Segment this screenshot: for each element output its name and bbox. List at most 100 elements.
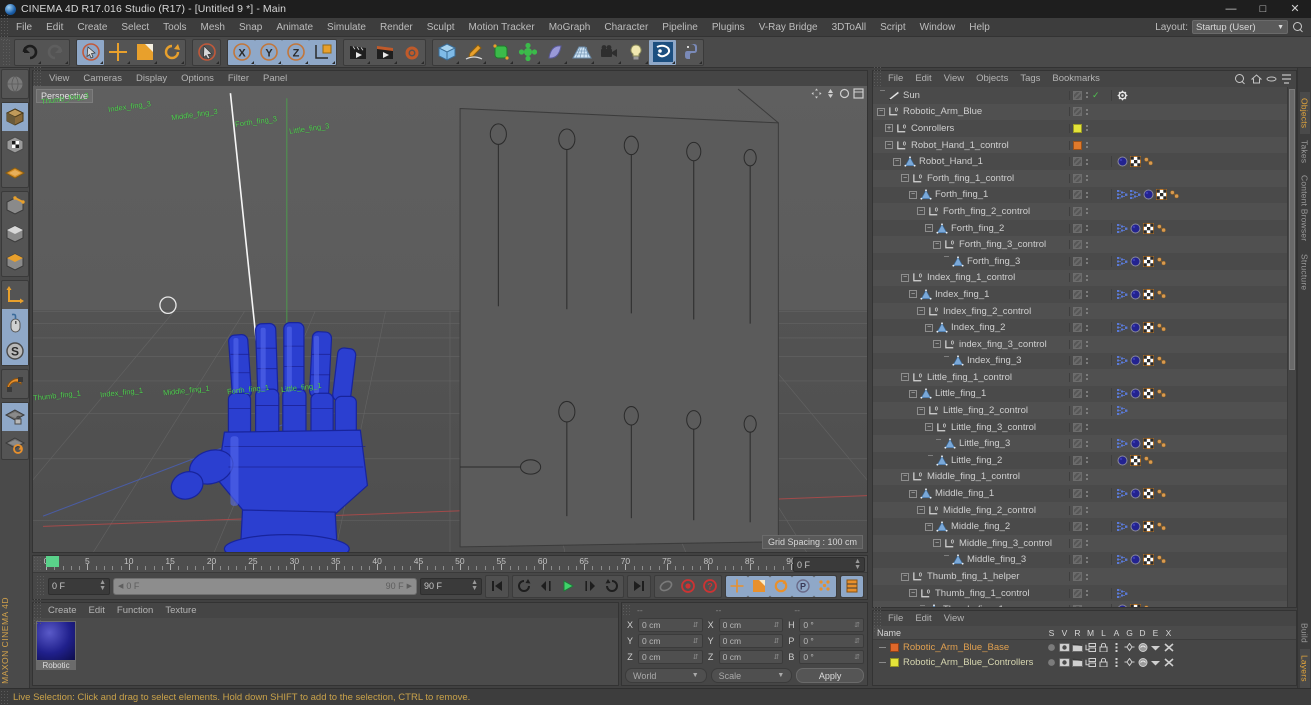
object-row-tags-cell[interactable] [1111,521,1287,533]
texture-tag-icon[interactable] [1143,554,1154,566]
model-mode-button[interactable] [1,103,28,131]
object-row-name-cell[interactable]: − 0 Thumb_fing_1_helper [873,571,1069,582]
visibility-dots-icon[interactable] [1086,424,1088,431]
loop-icon[interactable] [516,578,532,594]
layer-color-swatch[interactable] [1073,472,1082,482]
object-row-visibility-cell[interactable] [1069,356,1111,366]
python-icon[interactable] [680,42,700,62]
visibility-dots-icon[interactable] [1086,291,1088,298]
gear-tag-icon[interactable] [1117,90,1128,101]
object-row[interactable]: − Robot_Hand_1 [873,153,1287,170]
visibility-dots-icon[interactable] [1086,523,1088,530]
visibility-dots-icon[interactable] [1086,457,1088,464]
stepper-icon[interactable]: ▲ ▼ [854,558,861,571]
magnet-icon[interactable] [4,373,26,395]
xpresso-tag[interactable] [1117,521,1128,532]
object-row-visibility-cell[interactable] [1069,605,1111,607]
frame-range-slider[interactable]: ◀ 0 F 90 F ▶ [113,577,417,595]
texture-cube-icon[interactable] [4,134,26,156]
layout-select[interactable]: Startup (User) ▼ [1192,20,1288,34]
object-row-tags-cell[interactable] [1111,288,1287,300]
selection-tool-button[interactable] [193,40,220,65]
xpresso-tag-icon[interactable] [1117,256,1128,267]
visibility-dots-icon[interactable] [1086,241,1088,248]
collapse-expander-icon[interactable]: − [877,107,885,116]
object-row[interactable]: Forth_fing_3 [873,252,1287,270]
menu-select[interactable]: Select [114,18,156,37]
object-row-visibility-cell[interactable] [1069,107,1111,117]
cursor-select-icon[interactable] [81,42,101,62]
object-row-tags-cell[interactable] [1111,405,1287,417]
scale-key-icon[interactable] [751,578,767,594]
object-row-name-cell[interactable]: − 0 Forth_fing_2_control [873,206,1069,217]
object-row-name-cell[interactable]: − 0 index_fing_3_control [873,339,1069,350]
panel-tab-content-browser[interactable]: Content Browser [1300,169,1310,247]
key-rotation-button[interactable] [770,575,792,597]
object-row-tags-cell[interactable] [1111,89,1287,101]
stepper-icon[interactable]: ⇵ [693,637,699,645]
visibility-dots-icon[interactable] [1086,473,1088,480]
undo-view-button[interactable] [2,70,28,98]
gear-tag[interactable] [1117,90,1128,101]
object-row[interactable]: − Little_fing_1 [873,385,1287,403]
dropdown-corner-icon[interactable] [421,60,424,64]
dropdown-corner-icon[interactable] [483,60,486,64]
object-row[interactable]: − Forth_fing_2 [873,219,1287,237]
expression-icon[interactable] [1150,658,1161,667]
collapse-expander-icon[interactable]: − [925,323,933,332]
collapse-expander-icon[interactable]: − [933,340,941,349]
point-cube-icon[interactable] [4,251,26,273]
size-z-field[interactable]: 0 cm ⇵ [718,650,784,664]
dropdown-corner-icon[interactable] [38,60,41,64]
constraint-tag[interactable] [1156,355,1167,366]
workplane-lock-icon[interactable] [4,406,26,428]
object-menu-edit[interactable]: Edit [909,71,937,87]
constraint-tag-icon[interactable] [1143,455,1154,466]
texture-tag-icon[interactable] [1143,222,1154,234]
constraint-tag[interactable] [1156,521,1167,532]
texture-tag[interactable] [1143,222,1154,234]
object-row-name-cell[interactable]: Little_fing_3 [873,438,1069,449]
globe-tool-icon[interactable] [4,73,26,95]
object-row-name-cell[interactable]: − 0 Forth_fing_1_control [873,173,1069,184]
play-reverse-button[interactable] [601,576,623,597]
add-spline-button[interactable] [460,40,487,65]
object-row-visibility-cell[interactable] [1069,555,1111,565]
stepper-icon[interactable]: ⇵ [693,621,699,629]
object-row-tags-cell[interactable] [1111,156,1287,168]
menu-simulate[interactable]: Simulate [320,18,373,37]
xref-icon[interactable] [1163,658,1174,667]
menu-mograph[interactable]: MoGraph [542,18,598,37]
layer-menu-file[interactable]: File [882,611,909,626]
floor-environment-button[interactable] [568,40,595,65]
home-icon[interactable] [1251,74,1262,84]
collapse-expander-icon[interactable]: − [901,273,909,282]
python-button[interactable] [676,40,703,65]
menu-tools[interactable]: Tools [156,18,193,37]
minimize-button[interactable]: — [1215,0,1247,18]
object-row-name-cell[interactable]: − 0 Little_fing_3_control [873,422,1069,433]
collapse-expander-icon[interactable]: − [901,174,909,183]
texture-tag-icon[interactable] [1143,255,1154,267]
object-row-visibility-cell[interactable] [1069,206,1111,216]
rotation-key-icon[interactable] [773,578,789,594]
texture-tag[interactable] [1130,454,1141,466]
layer-color-swatch[interactable] [1073,372,1082,382]
layer-color-swatch[interactable] [1073,555,1082,565]
object-row[interactable]: − 0 Index_fing_2_control [873,302,1287,320]
menu-mesh[interactable]: Mesh [194,18,232,37]
collapse-expander-icon[interactable]: − [901,472,909,481]
render-settings-icon[interactable] [402,43,422,61]
scale-icon[interactable] [135,42,155,62]
object-row-name-cell[interactable]: Thumb_fing_1 [873,604,1069,607]
object-row[interactable]: − Forth_fing_1 [873,186,1287,204]
object-row[interactable]: − Index_fing_1 [873,286,1287,303]
material-tag-icon[interactable] [1130,256,1141,267]
layer-cell-s[interactable] [1045,643,1058,652]
dropdown-corner-icon[interactable] [456,60,459,64]
layer-cell-r[interactable] [1071,658,1084,667]
key-scale-button[interactable] [748,575,770,597]
material-tag[interactable] [1130,223,1141,234]
layer-cell-x[interactable] [1162,643,1175,652]
toolbar-grip[interactable] [2,39,11,65]
